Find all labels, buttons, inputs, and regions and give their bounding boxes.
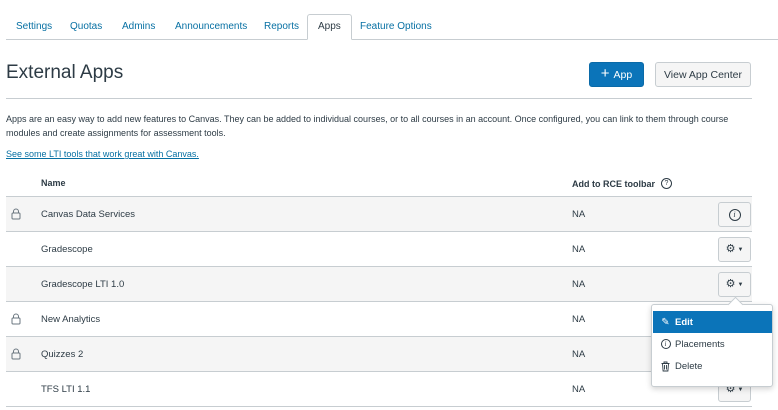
view-app-center-button[interactable]: View App Center — [655, 62, 751, 87]
apps-description: Apps are an easy way to add new features… — [6, 114, 729, 138]
menu-item-edit[interactable]: ✎ Edit — [653, 311, 772, 333]
plus-icon: + — [600, 65, 610, 82]
caret-down-icon: ▼ — [737, 386, 744, 393]
lock-icon — [11, 208, 21, 220]
lock-icon — [11, 348, 21, 360]
column-header-rce-label: Add to RCE toolbar — [572, 178, 655, 189]
menu-item-placements-label: Placements — [675, 338, 725, 350]
tab-feature-options[interactable]: Feature Options — [350, 14, 442, 40]
caret-down-icon: ▼ — [737, 246, 744, 253]
rce-status: NA — [572, 244, 586, 255]
rce-status: NA — [572, 279, 586, 290]
app-info-button[interactable]: i — [718, 202, 751, 227]
rce-status: NA — [572, 349, 586, 360]
menu-item-placements[interactable]: i Placements — [653, 333, 772, 355]
header-divider — [6, 98, 752, 99]
table-row: TFS LTI 1.1 NA ⚙ ▼ — [6, 372, 752, 407]
account-tabs: Settings Quotas Admins Announcements Rep… — [6, 14, 778, 40]
tab-announcements[interactable]: Announcements — [165, 14, 257, 40]
gear-icon: ⚙ — [725, 278, 736, 290]
table-row: New Analytics NA — [6, 302, 752, 337]
tab-admins[interactable]: Admins — [112, 14, 165, 40]
add-app-label: App — [613, 68, 633, 81]
lti-tools-link[interactable]: See some LTI tools that work great with … — [6, 149, 199, 159]
tab-settings[interactable]: Settings — [6, 14, 62, 40]
app-name: Canvas Data Services — [41, 209, 135, 220]
tab-reports[interactable]: Reports — [254, 14, 309, 40]
rce-status: NA — [572, 384, 586, 395]
app-name: Quizzes 2 — [41, 349, 84, 360]
gear-icon: ⚙ — [725, 243, 736, 255]
table-row: Quizzes 2 NA — [6, 337, 752, 372]
column-header-rce: Add to RCE toolbar ? — [572, 178, 672, 189]
lock-icon — [11, 313, 21, 325]
trash-icon — [661, 361, 670, 371]
app-settings-button[interactable]: ⚙ ▼ — [718, 237, 751, 262]
table-row: Canvas Data Services NA i — [6, 197, 752, 232]
app-actions-menu: ✎ Edit i Placements Delete — [651, 304, 773, 387]
menu-item-delete[interactable]: Delete — [653, 355, 772, 377]
pencil-icon: ✎ — [661, 316, 670, 328]
rce-status: NA — [572, 314, 586, 325]
table-row: Gradescope LTI 1.0 NA ⚙ ▼ — [6, 267, 752, 302]
add-app-button[interactable]: + App — [589, 62, 644, 87]
rce-status: NA — [572, 209, 586, 220]
app-name: TFS LTI 1.1 — [41, 384, 91, 395]
info-icon: i — [660, 339, 671, 349]
column-header-name: Name — [41, 178, 66, 188]
app-name: Gradescope — [41, 244, 93, 255]
menu-item-edit-label: Edit — [675, 316, 693, 328]
caret-down-icon: ▼ — [737, 281, 744, 288]
tab-apps[interactable]: Apps — [307, 14, 352, 40]
info-icon-wrap: i — [660, 339, 671, 349]
tab-quotas[interactable]: Quotas — [60, 14, 112, 40]
table-row: Gradescope NA ⚙ ▼ — [6, 232, 752, 267]
tabs-divider — [6, 39, 778, 40]
app-name: Gradescope LTI 1.0 — [41, 279, 125, 290]
app-settings-button[interactable]: ⚙ ▼ — [718, 272, 751, 297]
page-title: External Apps — [6, 62, 124, 83]
app-name: New Analytics — [41, 314, 101, 325]
help-icon[interactable]: ? — [661, 178, 672, 189]
info-icon: i — [728, 208, 741, 221]
menu-item-delete-label: Delete — [675, 360, 703, 372]
